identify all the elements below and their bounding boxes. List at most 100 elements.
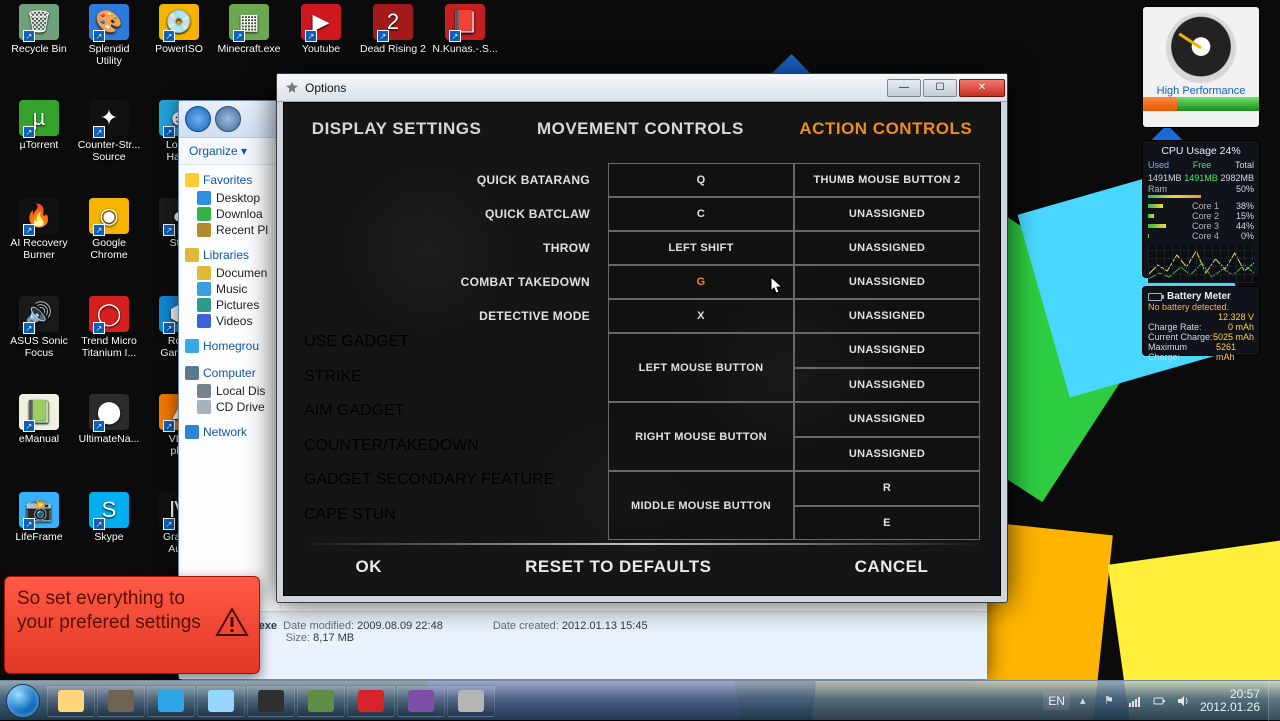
desktop-icon-deadrising2[interactable]: 2↗Dead Rising 2: [360, 4, 426, 55]
primary-binding[interactable]: Q: [608, 163, 794, 197]
back-button[interactable]: [185, 106, 211, 132]
primary-binding[interactable]: MIDDLE MOUSE BUTTON: [608, 471, 794, 540]
desktop-icon-trend[interactable]: ◯↗Trend Micro Titanium I...: [76, 296, 142, 359]
taskbar-item[interactable]: [297, 685, 345, 717]
binding-label: STRIKE: [304, 368, 608, 403]
ok-button[interactable]: OK: [356, 557, 383, 577]
secondary-binding[interactable]: UNASSIGNED: [794, 368, 980, 403]
perf-label: High Performance: [1143, 85, 1259, 97]
secondary-binding[interactable]: UNASSIGNED: [794, 299, 980, 333]
primary-binding[interactable]: C: [608, 197, 794, 231]
desktop-icon-youtube[interactable]: ▶↗Youtube: [288, 4, 354, 55]
taskbar-item[interactable]: [347, 685, 395, 717]
secondary-binding[interactable]: R: [794, 471, 980, 506]
sidebar-cddrive[interactable]: CD Drive: [185, 399, 274, 415]
desktop-icon-utorrent[interactable]: µ↗µTorrent: [6, 100, 72, 151]
secondary-binding[interactable]: E: [794, 506, 980, 541]
warning-icon: [215, 607, 249, 637]
cpu-graph: [1148, 245, 1254, 283]
sidebar-libraries[interactable]: Libraries: [203, 248, 249, 262]
desktop-icon-skype[interactable]: S↗Skype: [76, 492, 142, 543]
desktop-icon-emanual[interactable]: 📗↗eManual: [6, 394, 72, 445]
desktop-icon-splendid-utility[interactable]: 🎨↗Splendid Utility: [76, 4, 142, 67]
sidebar-downloads[interactable]: Downloa: [185, 206, 274, 222]
sidebar-computer[interactable]: Computer: [203, 366, 256, 380]
secondary-binding[interactable]: UNASSIGNED: [794, 265, 980, 299]
taskbar-item[interactable]: [247, 685, 295, 717]
core-row: Core 344%: [1148, 221, 1254, 231]
sidebar-recent[interactable]: Recent Pl: [185, 222, 274, 238]
sidebar-pictures[interactable]: Pictures: [185, 297, 274, 313]
primary-binding[interactable]: LEFT SHIFT: [608, 231, 794, 265]
forward-button[interactable]: [215, 106, 241, 132]
desktop-icon-poweriso[interactable]: 💿↗PowerISO: [146, 4, 212, 55]
tab-movement[interactable]: MOVEMENT CONTROLS: [537, 119, 744, 139]
battery-gadget[interactable]: Battery Meter No battery detected. 12.32…: [1142, 286, 1260, 356]
title-bar[interactable]: Options — ☐ ✕: [277, 74, 1007, 102]
sidebar-localdisk[interactable]: Local Dis: [185, 383, 274, 399]
sidebar-documents[interactable]: Documen: [185, 265, 274, 281]
primary-binding[interactable]: LEFT MOUSE BUTTON: [608, 333, 794, 402]
maximize-button[interactable]: ☐: [923, 79, 957, 97]
sidebar-videos[interactable]: Videos: [185, 313, 274, 329]
desktop-icon-airecovery[interactable]: 🔥↗AI Recovery Burner: [6, 198, 72, 261]
secondary-binding[interactable]: UNASSIGNED: [794, 437, 980, 472]
close-button[interactable]: ✕: [959, 79, 1005, 97]
desktop-icon-ultn[interactable]: ⬤↗UltimateNa...: [76, 394, 142, 445]
desktop-icon-chrome[interactable]: ◉↗Google Chrome: [76, 198, 142, 261]
flag-icon[interactable]: ⚑: [1104, 694, 1118, 708]
primary-binding[interactable]: X: [608, 299, 794, 333]
primary-binding[interactable]: G: [608, 265, 794, 299]
cancel-button[interactable]: CANCEL: [855, 557, 929, 577]
start-button[interactable]: [0, 681, 46, 721]
cpu-gadget[interactable]: CPU Usage 24% UsedFreeTotal 1491MB1491MB…: [1142, 140, 1260, 278]
taskbar-item[interactable]: [197, 685, 245, 717]
sidebar-desktop[interactable]: Desktop: [185, 190, 274, 206]
tray-up-icon[interactable]: ▴: [1080, 694, 1094, 708]
clock[interactable]: 20:572012.01.26: [1200, 688, 1260, 714]
desktop-icon-minecraft[interactable]: ▦↗Minecraft.exe: [216, 4, 282, 55]
secondary-binding[interactable]: UNASSIGNED: [794, 197, 980, 231]
desktop-icon-recycle-bin[interactable]: 🗑↗Recycle Bin: [6, 4, 72, 55]
sidebar-network[interactable]: Network: [203, 425, 247, 439]
volume-icon[interactable]: [1176, 694, 1190, 708]
performance-gadget[interactable]: High Performance: [1142, 6, 1260, 128]
sidebar-favorites[interactable]: Favorites: [203, 173, 252, 187]
language-indicator[interactable]: EN: [1043, 692, 1070, 710]
tab-action[interactable]: ACTION CONTROLS: [799, 119, 972, 139]
desktop-icon-sonic[interactable]: 🔊↗ASUS Sonic Focus: [6, 296, 72, 359]
secondary-binding[interactable]: UNASSIGNED: [794, 402, 980, 437]
organize-menu[interactable]: Organize ▾: [189, 144, 247, 158]
taskbar-item[interactable]: [147, 685, 195, 717]
taskbar-explorer[interactable]: [47, 685, 95, 717]
system-tray[interactable]: EN ▴ ⚑ 20:572012.01.26: [1035, 688, 1268, 714]
wifi-icon[interactable]: [1128, 694, 1142, 708]
battery-warn: No battery detected.: [1148, 302, 1254, 312]
desktop-icon-pdf[interactable]: 📕↗N.Kunas.-.S...: [432, 4, 498, 55]
tab-display[interactable]: DISPLAY SETTINGS: [312, 119, 482, 139]
taskbar-item[interactable]: [97, 685, 145, 717]
power-icon[interactable]: [1152, 694, 1166, 708]
reset-button[interactable]: RESET TO DEFAULTS: [525, 557, 711, 577]
options-window[interactable]: Options — ☐ ✕ DISPLAY SETTINGS MOVEMENT …: [276, 73, 1008, 603]
annotation-caption: So set everything to your prefered setti…: [4, 576, 260, 674]
taskbar-item[interactable]: [397, 685, 445, 717]
computer-icon: [185, 366, 199, 380]
secondary-binding[interactable]: UNASSIGNED: [794, 333, 980, 368]
taskbar[interactable]: EN ▴ ⚑ 20:572012.01.26: [0, 680, 1280, 720]
secondary-binding[interactable]: UNASSIGNED: [794, 231, 980, 265]
cpu-title: CPU Usage 24%: [1148, 145, 1254, 157]
show-desktop[interactable]: [1268, 681, 1280, 721]
desktop-icon-lifeframe[interactable]: 📸↗LifeFrame: [6, 492, 72, 543]
sidebar-homegroup[interactable]: Homegrou: [203, 339, 259, 353]
app-icon: [285, 81, 299, 95]
taskbar-item[interactable]: [447, 685, 495, 717]
secondary-binding[interactable]: THUMB MOUSE BUTTON 2: [794, 163, 980, 197]
binding-label: QUICK BATARANG: [304, 163, 608, 197]
footer-buttons: OK RESET TO DEFAULTS CANCEL: [284, 545, 1000, 589]
primary-binding[interactable]: RIGHT MOUSE BUTTON: [608, 402, 794, 471]
sidebar-music[interactable]: Music: [185, 281, 274, 297]
desktop-icon-css[interactable]: ✦↗Counter-Str... Source: [76, 100, 142, 163]
minimize-button[interactable]: —: [887, 79, 921, 97]
tabs: DISPLAY SETTINGS MOVEMENT CONTROLS ACTIO…: [284, 103, 1000, 155]
